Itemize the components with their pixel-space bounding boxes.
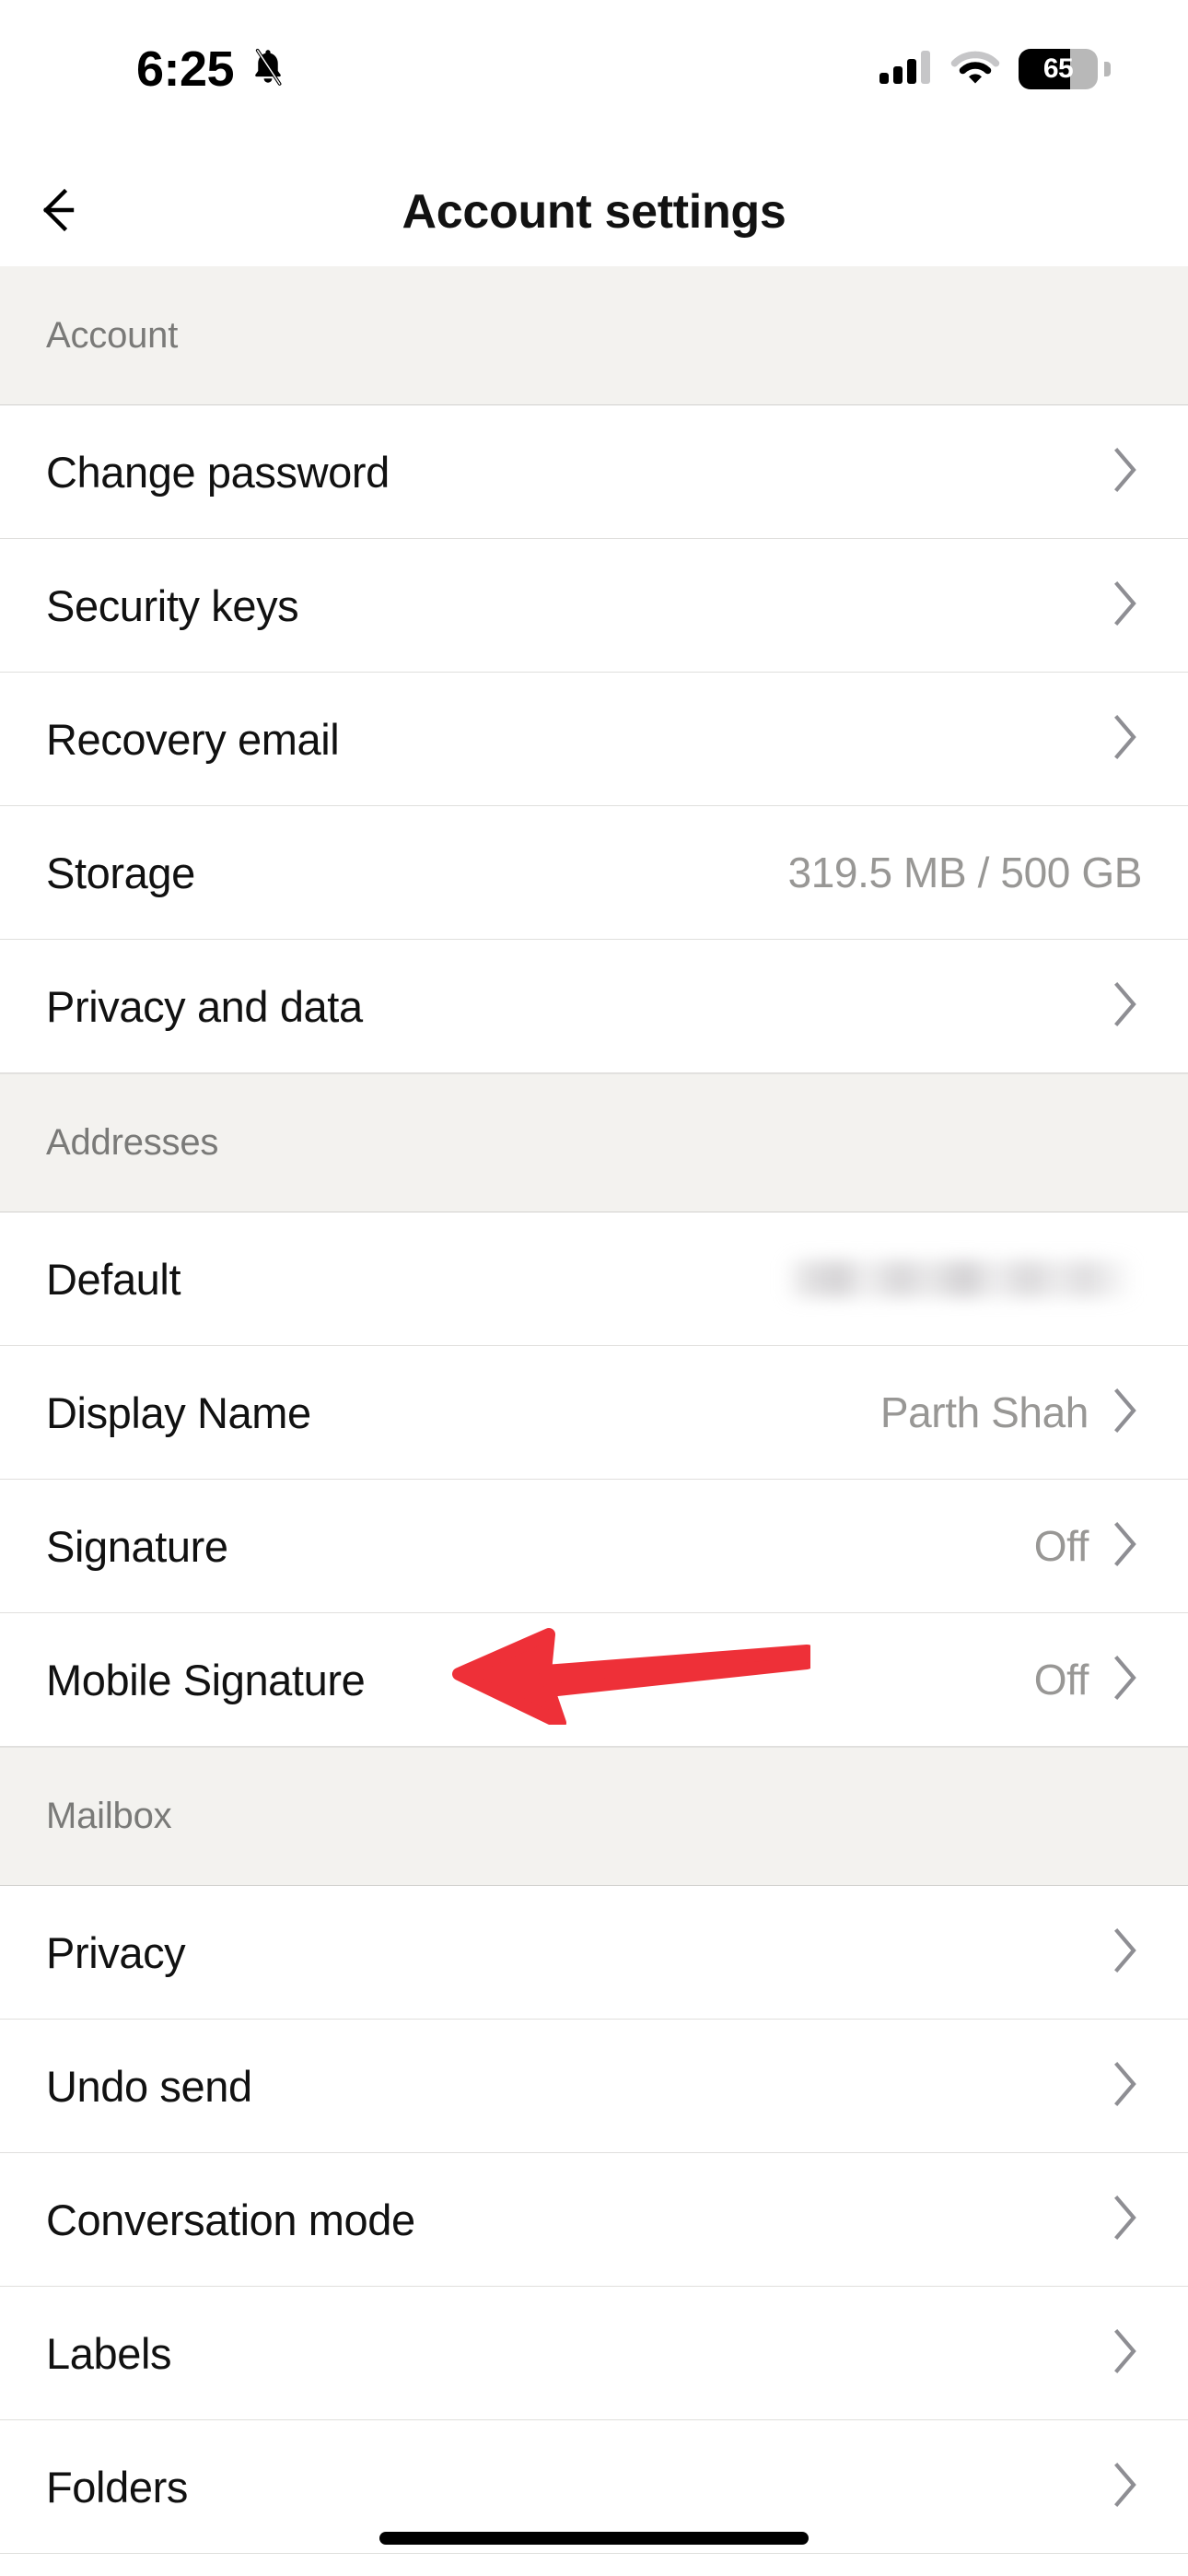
- page-title: Account settings: [402, 184, 786, 239]
- battery-tip: [1104, 61, 1111, 76]
- row-mobile-signature[interactable]: Mobile Signature Off: [0, 1613, 1188, 1747]
- row-accessory: [1111, 579, 1142, 633]
- row-labels[interactable]: Labels: [0, 2287, 1188, 2420]
- chevron-right-icon: [1111, 1926, 1142, 1980]
- row-label: Signature: [46, 1521, 228, 1571]
- chevron-right-icon: [1111, 2193, 1142, 2247]
- chevron-right-icon: [1111, 2460, 1142, 2514]
- row-recovery-email[interactable]: Recovery email: [0, 673, 1188, 806]
- row-label: Storage: [46, 848, 195, 897]
- status-bar-left: 6:25: [136, 44, 289, 94]
- status-bar-right: 65: [879, 48, 1111, 89]
- chevron-right-icon: [1111, 579, 1142, 633]
- row-folders[interactable]: Folders: [0, 2420, 1188, 2554]
- chevron-right-icon: [1111, 979, 1142, 1034]
- storage-value: 319.5 MB / 500 GB: [787, 849, 1143, 896]
- chevron-right-icon: [1111, 2059, 1142, 2113]
- row-privacy-and-data[interactable]: Privacy and data: [0, 940, 1188, 1073]
- row-label: Folders: [46, 2462, 188, 2512]
- row-accessory: [1111, 712, 1142, 767]
- row-accessory: [1111, 2059, 1142, 2113]
- bell-slash-icon: [247, 46, 289, 93]
- row-label: Labels: [46, 2328, 172, 2378]
- row-label: Privacy and data: [46, 981, 363, 1031]
- row-storage[interactable]: Storage 319.5 MB / 500 GB: [0, 806, 1188, 940]
- status-bar: 6:25 65: [0, 0, 1188, 157]
- settings-list: Account Change password Security keys Re…: [0, 266, 1188, 2554]
- row-signature[interactable]: Signature Off: [0, 1480, 1188, 1613]
- battery-percent-label: 65: [1042, 53, 1074, 84]
- row-label: Undo send: [46, 2061, 252, 2111]
- mobile-signature-value: Off: [1033, 1656, 1089, 1704]
- phone-screen: 6:25 65 Account settings Account Change …: [0, 0, 1188, 2576]
- row-accessory: [1111, 445, 1142, 499]
- row-accessory: [1111, 2326, 1142, 2381]
- row-privacy[interactable]: Privacy: [0, 1886, 1188, 2020]
- row-undo-send[interactable]: Undo send: [0, 2020, 1188, 2153]
- row-label: Privacy: [46, 1927, 186, 1977]
- chevron-right-icon: [1111, 1519, 1142, 1574]
- row-accessory: [1111, 2460, 1142, 2514]
- row-accessory: 319.5 MB / 500 GB: [787, 848, 1143, 897]
- section-title: Mailbox: [46, 1796, 172, 1836]
- status-time: 6:25: [136, 41, 235, 97]
- row-accessory: Parth Shah: [880, 1386, 1142, 1440]
- row-label: Default: [46, 1254, 181, 1304]
- row-label: Display Name: [46, 1388, 311, 1437]
- row-label: Change password: [46, 447, 390, 497]
- battery-icon: 65: [1019, 48, 1111, 89]
- section-header-mailbox: Mailbox: [0, 1747, 1188, 1886]
- chevron-right-icon: [1111, 1653, 1142, 1707]
- cellular-signal-icon: [879, 48, 932, 89]
- row-accessory: [1111, 2193, 1142, 2247]
- row-label: Recovery email: [46, 714, 340, 764]
- row-accessory: [785, 1260, 1142, 1297]
- wifi-icon: [950, 48, 1000, 89]
- default-address-redacted-value: [785, 1260, 1135, 1297]
- row-change-password[interactable]: Change password: [0, 405, 1188, 539]
- chevron-right-icon: [1111, 712, 1142, 767]
- section-header-addresses: Addresses: [0, 1073, 1188, 1212]
- row-label: Security keys: [46, 580, 299, 630]
- row-label: Conversation mode: [46, 2195, 415, 2244]
- chevron-right-icon: [1111, 2326, 1142, 2381]
- signature-value: Off: [1033, 1522, 1089, 1570]
- row-default-address[interactable]: Default: [0, 1212, 1188, 1346]
- section-header-account: Account: [0, 266, 1188, 405]
- row-conversation-mode[interactable]: Conversation mode: [0, 2153, 1188, 2287]
- row-accessory: Off: [1034, 1653, 1142, 1707]
- row-accessory: [1111, 1926, 1142, 1980]
- display-name-value: Parth Shah: [879, 1388, 1089, 1436]
- nav-header: Account settings: [0, 157, 1188, 266]
- chevron-right-icon: [1111, 445, 1142, 499]
- section-title: Account: [46, 314, 179, 356]
- row-display-name[interactable]: Display Name Parth Shah: [0, 1346, 1188, 1480]
- row-security-keys[interactable]: Security keys: [0, 539, 1188, 673]
- section-title: Addresses: [46, 1122, 219, 1163]
- row-label: Mobile Signature: [46, 1655, 366, 1704]
- row-accessory: [1111, 979, 1142, 1034]
- row-accessory: Off: [1034, 1519, 1142, 1574]
- chevron-right-icon: [1111, 1386, 1142, 1440]
